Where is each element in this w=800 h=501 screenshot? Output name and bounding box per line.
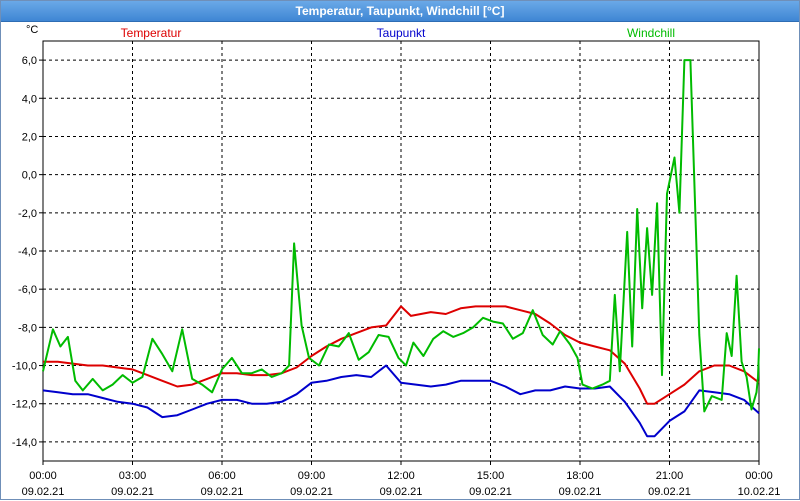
x-tick-date-label: 09.02.21 — [201, 486, 244, 498]
chart-window: Temperatur, Taupunkt, Windchill [°C] 6,0… — [0, 0, 800, 500]
y-tick-label: 4,0 — [22, 93, 37, 105]
x-tick-date-label: 10.02.21 — [738, 486, 781, 498]
x-tick-date-label: 09.02.21 — [559, 486, 602, 498]
x-tick-time-label: 03:00 — [119, 470, 147, 482]
y-tick-label: 6,0 — [22, 55, 37, 67]
y-tick-label: 2,0 — [22, 131, 37, 143]
x-tick-time-label: 00:00 — [745, 470, 773, 482]
x-tick-time-label: 06:00 — [208, 470, 236, 482]
x-tick-date-label: 09.02.21 — [111, 486, 154, 498]
chart-canvas: 6,0 4,0 2,0 0,0 -2,0 -4,0 -6,0 -8,0 -10,0 -12,0 -1… — [12, 24, 781, 498]
y-tick-label: -14,0 — [12, 437, 37, 449]
y-tick-label: -12,0 — [12, 399, 37, 411]
x-tick-time-label: 00:00 — [29, 470, 57, 482]
x-tick-date-label: 09.02.21 — [290, 486, 333, 498]
y-tick-label: -6,0 — [18, 284, 37, 296]
x-tick-date-label: 09.02.21 — [380, 486, 423, 498]
x-tick-date-label: 09.02.21 — [469, 486, 512, 498]
x-tick-time-label: 21:00 — [656, 470, 684, 482]
x-tick-time-label: 09:00 — [298, 470, 326, 482]
x-tick-date-label: 09.02.21 — [648, 486, 691, 498]
legend-entry-taupunkt: Taupunkt — [377, 26, 426, 40]
y-axis-unit-label: °C — [26, 24, 38, 36]
x-tick-time-label: 18:00 — [566, 470, 594, 482]
y-tick-label: -8,0 — [18, 322, 37, 334]
x-tick-time-label: 15:00 — [477, 470, 505, 482]
legend-entry-temperatur: Temperatur — [121, 26, 182, 40]
y-tick-label: 0,0 — [22, 170, 37, 182]
legend-entry-windchill: Windchill — [627, 26, 675, 40]
y-tick-label: -2,0 — [18, 208, 37, 220]
x-tick-time-label: 12:00 — [387, 470, 415, 482]
x-tick-date-label: 09.02.21 — [22, 486, 65, 498]
y-tick-label: -10,0 — [12, 361, 37, 373]
y-tick-label: -4,0 — [18, 246, 37, 258]
